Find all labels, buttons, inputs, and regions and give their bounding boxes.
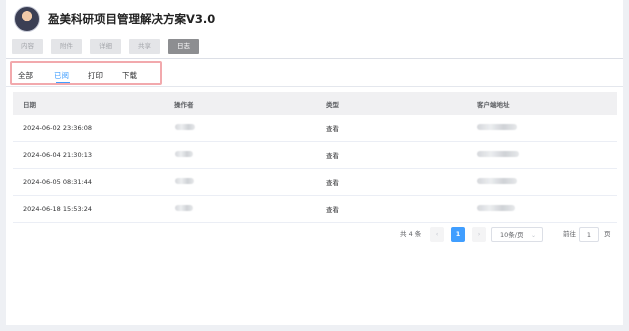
page-number-current[interactable]: 1 xyxy=(451,227,465,242)
tab-attachments[interactable]: 附件 xyxy=(51,39,82,54)
col-client-address: 客户端地址 xyxy=(477,100,510,109)
tab-log[interactable]: 日志 xyxy=(168,39,199,54)
address-redacted xyxy=(477,151,519,159)
tab-details[interactable]: 详细 xyxy=(90,39,121,54)
subtab-all[interactable]: 全部 xyxy=(18,70,33,81)
avatar[interactable] xyxy=(14,6,40,32)
cell-type: 查看 xyxy=(326,179,339,187)
col-type: 类型 xyxy=(326,100,339,109)
operator-redacted xyxy=(175,124,195,132)
next-page-icon[interactable]: › xyxy=(472,227,486,242)
operator-redacted xyxy=(175,205,193,213)
address-redacted xyxy=(477,205,515,213)
page-size-value: 10条/页 xyxy=(500,231,524,239)
col-operator: 操作者 xyxy=(174,100,194,109)
subtab-download[interactable]: 下载 xyxy=(122,70,137,81)
cell-type: 查看 xyxy=(326,206,339,214)
tab-content[interactable]: 内容 xyxy=(12,39,43,54)
table-row: 2024-06-04 21:30:13 查看 xyxy=(13,142,617,169)
goto-page-input[interactable]: 1 xyxy=(579,227,599,242)
subtab-read[interactable]: 已阅 xyxy=(54,70,69,81)
goto-prefix: 前往 xyxy=(563,230,576,238)
page-size-select[interactable]: 10条/页 ⌄ xyxy=(491,227,543,242)
goto-suffix: 页 xyxy=(604,230,611,238)
operator-redacted xyxy=(175,151,193,159)
address-redacted xyxy=(477,124,517,132)
subtabs-divider xyxy=(6,86,623,87)
chevron-down-icon: ⌄ xyxy=(530,232,536,239)
table-row: 2024-06-02 23:36:08 查看 xyxy=(13,115,617,142)
sub-tabs-highlight: 全部 已阅 打印 下载 xyxy=(10,61,162,85)
cell-date: 2024-06-02 23:36:08 xyxy=(23,124,93,132)
header: 盈美科研项目管理解决方案V3.0 xyxy=(14,6,215,32)
subtab-print[interactable]: 打印 xyxy=(88,70,103,81)
table-header: 日期 操作者 类型 客户端地址 xyxy=(13,92,617,115)
pagination: 共 4 条 ‹ 1 › 10条/页 ⌄ 前往 1 页 xyxy=(6,227,623,243)
tab-share[interactable]: 共享 xyxy=(129,39,160,54)
active-tab-indicator xyxy=(56,82,70,83)
cell-type: 查看 xyxy=(326,152,339,160)
cell-date: 2024-06-18 15:53:24 xyxy=(23,205,93,213)
pagination-total: 共 4 条 xyxy=(400,230,422,238)
log-table: 日期 操作者 类型 客户端地址 2024-06-02 23:36:08 查看 2… xyxy=(13,92,617,223)
top-tabs: 内容 附件 详细 共享 日志 xyxy=(12,39,199,54)
prev-page-icon[interactable]: ‹ xyxy=(430,227,444,242)
divider xyxy=(6,58,623,59)
cell-type: 查看 xyxy=(326,125,339,133)
cell-date: 2024-06-05 08:31:44 xyxy=(23,178,93,186)
page-card: 盈美科研项目管理解决方案V3.0 内容 附件 详细 共享 日志 全部 已阅 打印… xyxy=(6,0,623,325)
address-redacted xyxy=(477,178,517,186)
table-row: 2024-06-18 15:53:24 查看 xyxy=(13,196,617,223)
operator-redacted xyxy=(175,178,194,186)
page-title: 盈美科研项目管理解决方案V3.0 xyxy=(48,12,216,26)
col-date: 日期 xyxy=(23,100,36,109)
cell-date: 2024-06-04 21:30:13 xyxy=(23,151,93,159)
table-row: 2024-06-05 08:31:44 查看 xyxy=(13,169,617,196)
